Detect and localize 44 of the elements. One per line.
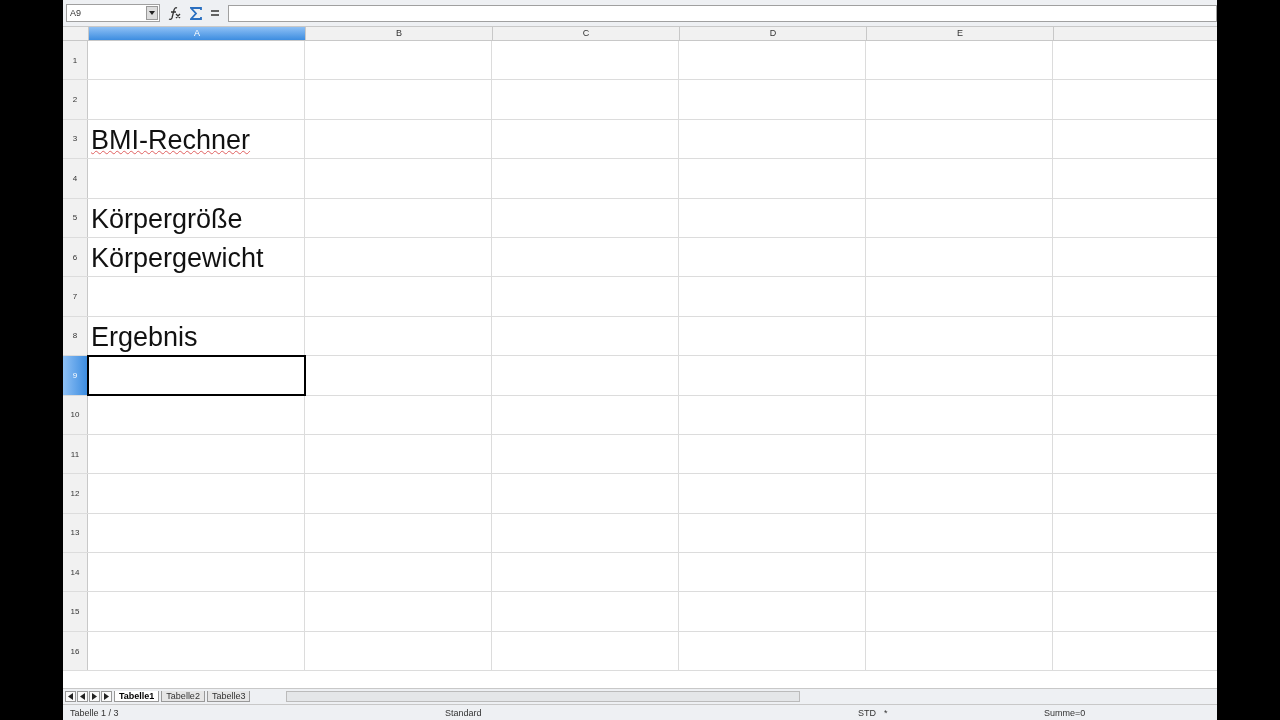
page-style: Standard	[445, 707, 483, 718]
column-header[interactable]: B	[306, 27, 493, 40]
column-header[interactable]: E	[867, 27, 1054, 40]
modified-indicator: *	[884, 707, 889, 718]
cell-text: Körpergewicht	[91, 242, 264, 275]
sheet-nav-button[interactable]	[101, 691, 112, 702]
cell-text: Ergebnis	[91, 321, 198, 354]
row-header[interactable]: 14	[63, 553, 88, 592]
sheet-indicator: Tabelle 1 / 3	[69, 707, 120, 718]
column-header[interactable]: D	[680, 27, 867, 40]
row-header[interactable]: 13	[63, 513, 88, 553]
sheet-nav-button[interactable]	[77, 691, 88, 702]
sheet-tab[interactable]: Tabelle1	[114, 691, 160, 702]
row-header[interactable]: 15	[63, 592, 88, 631]
column-header[interactable]: C	[493, 27, 680, 40]
row-header[interactable]: 11	[63, 434, 88, 474]
row-header[interactable]: 10	[63, 395, 88, 434]
dropdown-button[interactable]	[146, 6, 158, 20]
row-header[interactable]: 5	[63, 198, 88, 237]
sheet-nav-button[interactable]	[89, 691, 100, 702]
sum-display: Summe=0	[1044, 707, 1086, 718]
row-header[interactable]: 12	[63, 474, 88, 513]
row-header[interactable]: 4	[63, 159, 88, 198]
formula-input[interactable]	[228, 4, 1217, 22]
selected-cell[interactable]	[88, 356, 305, 395]
row-header[interactable]: 1	[63, 41, 88, 80]
sheet-nav-button[interactable]	[65, 691, 76, 702]
sheet-tab[interactable]: Tabelle2	[161, 691, 205, 702]
sheet-tab[interactable]: Tabelle3	[206, 691, 251, 702]
row-header[interactable]: 3	[63, 119, 88, 159]
name-box[interactable]: A9	[66, 4, 160, 22]
row-header[interactable]: 7	[63, 277, 88, 316]
sum-icon[interactable]	[190, 6, 202, 20]
cell-text: Körpergröße	[91, 202, 243, 235]
selection-mode: STD	[858, 707, 877, 718]
horizontal-scrollbar[interactable]	[286, 691, 801, 702]
row-header[interactable]: 6	[63, 237, 88, 277]
row-header[interactable]: 2	[63, 80, 88, 119]
caret-icon	[149, 11, 155, 15]
equals-icon[interactable]	[210, 9, 220, 17]
function-wizard-icon[interactable]	[168, 6, 182, 20]
row-header[interactable]: 8	[63, 316, 88, 356]
cell-text: BMI-Rechner	[91, 124, 251, 157]
row-header[interactable]: 16	[63, 631, 88, 671]
